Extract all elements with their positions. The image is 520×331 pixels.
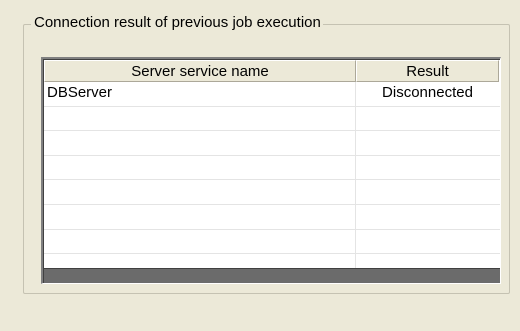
server-service-name-cell — [44, 155, 356, 180]
result-cell — [356, 107, 499, 131]
server-service-name-cell: DBServer — [44, 82, 356, 106]
table-row — [44, 131, 500, 156]
server-service-name-cell — [44, 229, 356, 254]
result-cell — [356, 156, 499, 180]
column-header-result[interactable]: Result — [356, 60, 499, 82]
connection-result-list[interactable]: Server service name Result DBServer Disc… — [41, 57, 501, 284]
table-row — [44, 155, 500, 181]
table-row — [44, 106, 500, 132]
groupbox-title: Connection result of previous job execut… — [31, 13, 323, 33]
table-row — [44, 229, 500, 255]
server-service-name-cell — [44, 180, 356, 204]
server-service-name-cell — [44, 131, 356, 155]
horizontal-scrollbar[interactable] — [44, 268, 500, 283]
table-row — [44, 204, 500, 230]
table-row[interactable]: DBServer Disconnected — [44, 82, 500, 107]
result-cell — [356, 180, 499, 204]
list-header: Server service name Result — [44, 60, 500, 82]
table-row — [44, 180, 500, 205]
server-service-name-cell — [44, 204, 356, 229]
result-cell — [356, 230, 499, 254]
result-cell: Disconnected — [382, 84, 473, 101]
result-cell — [356, 131, 499, 155]
server-service-name-cell — [44, 106, 356, 131]
result-cell — [356, 205, 499, 229]
column-header-server-service-name[interactable]: Server service name — [44, 60, 356, 82]
